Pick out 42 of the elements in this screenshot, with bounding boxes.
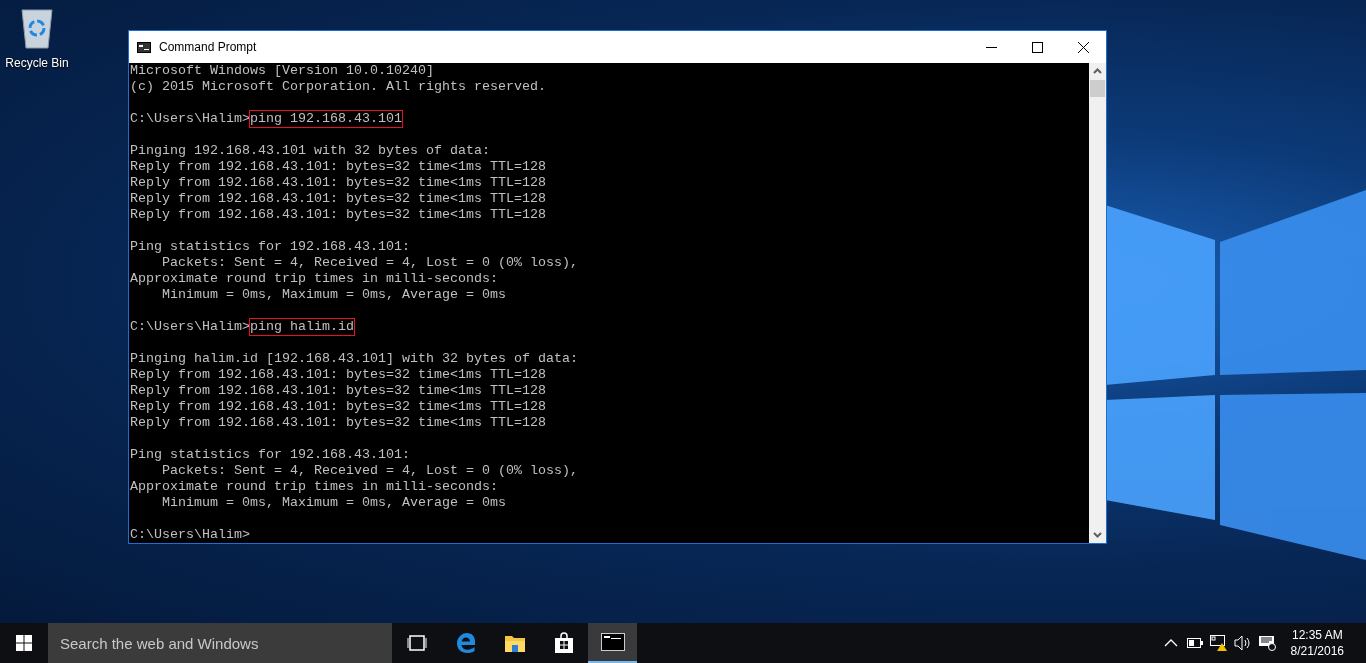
shopping-bag-icon — [553, 632, 574, 654]
console-output-line: Reply from 192.168.43.101: bytes=32 time<1ms TTL=128 — [130, 367, 546, 383]
console-output-line: Ping statistics for 192.168.43.101: — [130, 239, 410, 255]
console-output-line: Reply from 192.168.43.101: bytes=32 time<1ms TTL=128 — [130, 415, 546, 431]
console-output-line: Minimum = 0ms, Maximum = 0ms, Average = 0ms — [161, 495, 506, 511]
highlighted-command: ping halim.id — [250, 319, 354, 335]
command-prompt: C:\Users\Halim> — [130, 319, 250, 335]
clock-date[interactable]: 8/21/2016 — [1290, 643, 1344, 659]
recycle-bin-icon[interactable] — [19, 6, 55, 50]
windows-logo-icon — [16, 635, 32, 651]
console-icon — [600, 633, 625, 651]
search-field[interactable]: Search the web and Windows — [48, 623, 392, 663]
maximize-icon — [1031, 42, 1043, 54]
command-prompt: C:\Users\Halim> — [130, 111, 250, 127]
console-output-line: Microsoft Windows [Version 10.0.10240] — [130, 63, 434, 79]
clock-time[interactable]: 12:35 AM — [1290, 627, 1344, 643]
highlighted-command: ping 192.168.43.101 — [250, 111, 402, 127]
console-output-line: Reply from 192.168.43.101: bytes=32 time<1ms TTL=128 — [130, 159, 546, 175]
console-output-line: Pinging 192.168.43.101 with 32 bytes of data: — [130, 143, 490, 159]
console-output-line: Ping statistics for 192.168.43.101: — [130, 447, 410, 463]
console-output-line: Packets: Sent = 4, Received = 4, Lost = 0 (0% loss), — [161, 463, 578, 479]
command-prompt: C:\Users\Halim> — [130, 527, 250, 543]
console-output-line: Reply from 192.168.43.101: bytes=32 time<1ms TTL=128 — [130, 399, 546, 415]
close-icon — [1077, 42, 1089, 54]
icon-label[interactable]: Recycle Bin — [5, 54, 69, 72]
console-output-line: Approximate round trip times in milli-seconds: — [130, 271, 498, 287]
console-output-line: Reply from 192.168.43.101: bytes=32 time<1ms TTL=128 — [130, 191, 546, 207]
console-output-line: Reply from 192.168.43.101: bytes=32 time<1ms TTL=128 — [130, 175, 546, 191]
console-output-line: Reply from 192.168.43.101: bytes=32 time<1ms TTL=128 — [130, 383, 546, 399]
taskbar-app-button[interactable] — [588, 623, 637, 663]
console-icon — [137, 41, 151, 53]
console-output-line: Approximate round trip times in milli-seconds: — [130, 479, 498, 495]
console-output-line: Packets: Sent = 4, Received = 4, Lost = 0 (0% loss), — [161, 255, 578, 271]
folder-icon — [503, 633, 526, 653]
console-output-line: Reply from 192.168.43.101: bytes=32 time<1ms TTL=128 — [130, 207, 546, 223]
console-output-line: (c) 2015 Microsoft Corporation. All rights reserved. — [130, 79, 546, 95]
window-title: Command Prompt — [159, 39, 258, 56]
console-output-line: Pinging halim.id [192.168.43.101] with 32 bytes of data: — [130, 351, 578, 367]
task-view-icon — [405, 635, 428, 651]
console-output-line: Minimum = 0ms, Maximum = 0ms, Average = 0ms — [161, 287, 506, 303]
scrollbar-thumb[interactable] — [1090, 80, 1105, 97]
edge-browser-icon — [454, 632, 477, 654]
